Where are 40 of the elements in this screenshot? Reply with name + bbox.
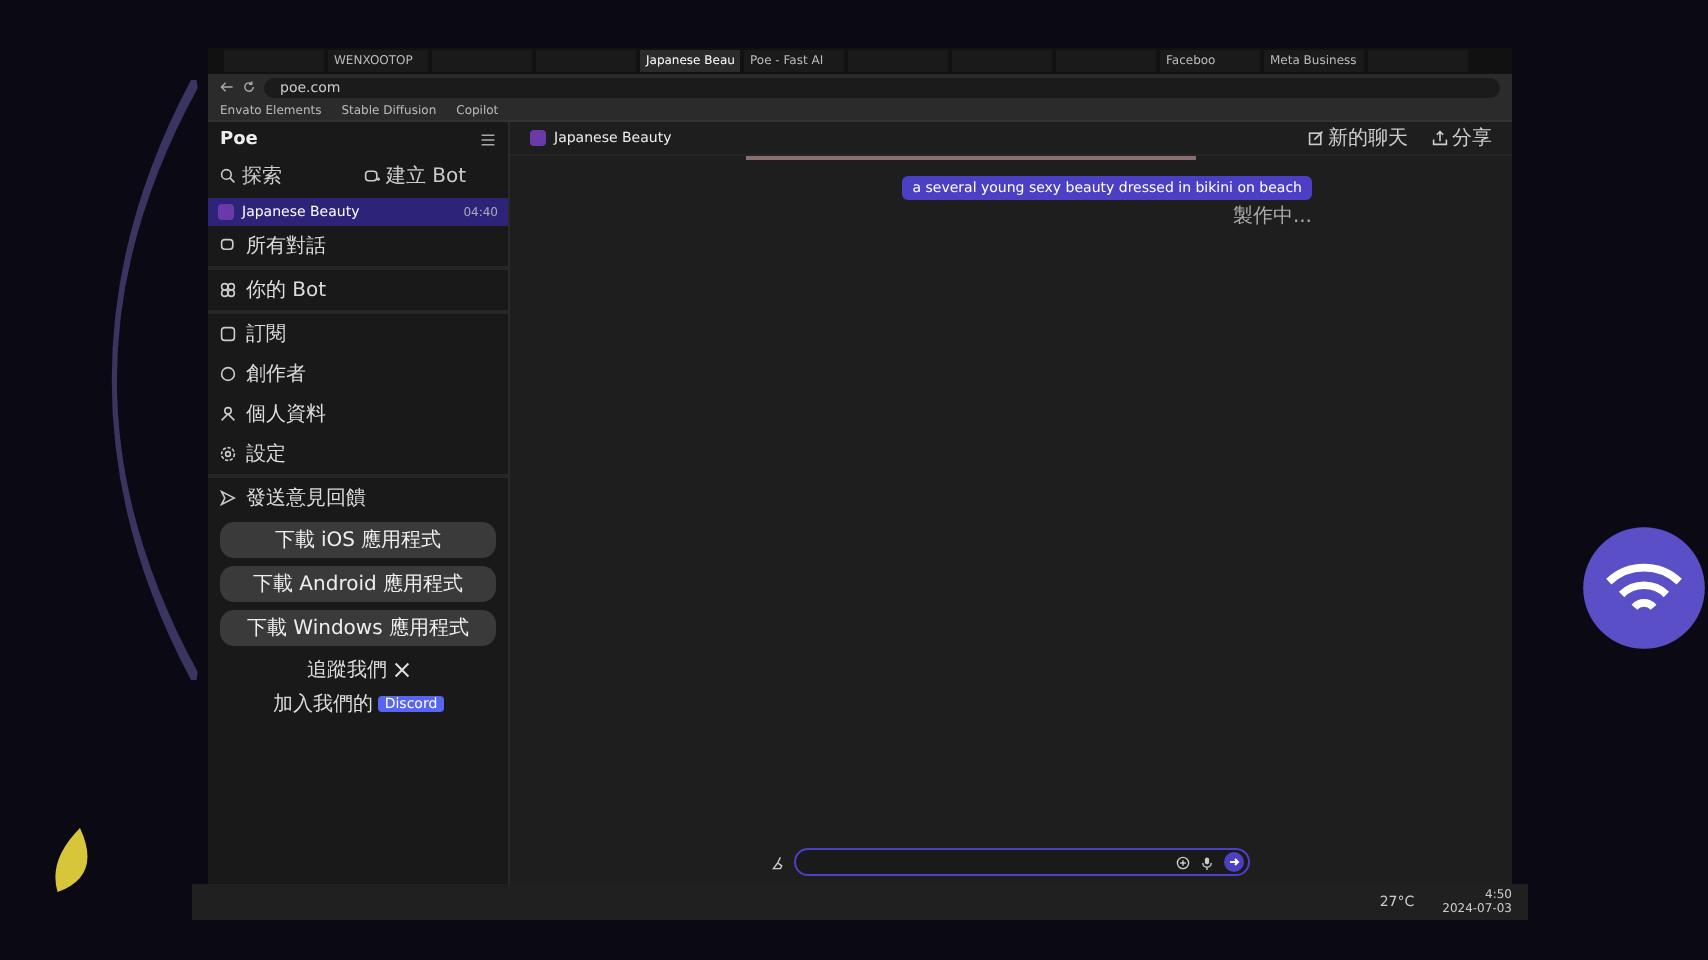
wifi-badge-icon xyxy=(1580,524,1708,652)
bot-plus-icon xyxy=(364,168,380,184)
menu-item[interactable]: 個人資料 xyxy=(208,394,508,434)
reload-icon[interactable] xyxy=(242,80,256,94)
menu-item[interactable]: 你的 Bot xyxy=(208,270,508,310)
share-button[interactable]: 分享 xyxy=(1432,124,1492,152)
menu-item[interactable]: 所有對話 xyxy=(208,226,508,266)
new-chat-button[interactable]: 新的聊天 xyxy=(1308,124,1408,152)
back-icon[interactable] xyxy=(220,80,234,94)
message-status: 製作中... xyxy=(1232,203,1312,230)
bot-avatar xyxy=(530,130,546,146)
download-app-button[interactable]: 下載 Android 應用程式 xyxy=(220,566,496,602)
settings-icon xyxy=(220,446,236,462)
menu-item[interactable]: 發送意見回饋 xyxy=(208,478,508,518)
person-icon xyxy=(220,406,236,422)
x-logo-icon[interactable] xyxy=(393,662,409,678)
search-icon xyxy=(220,168,236,184)
message-input[interactable] xyxy=(794,848,1250,876)
quick-action-button[interactable]: 探索 xyxy=(216,158,356,194)
bot-avatar xyxy=(218,204,234,220)
send-button[interactable] xyxy=(1224,852,1244,872)
download-app-button[interactable]: 下載 Windows 應用程式 xyxy=(220,610,496,646)
quick-action-button[interactable]: 建立 Bot xyxy=(360,158,500,194)
circle-icon xyxy=(220,366,236,382)
send-icon xyxy=(220,490,236,506)
menu-item[interactable]: 設定 xyxy=(208,434,508,474)
share-icon xyxy=(1432,130,1448,146)
edit-icon xyxy=(1308,130,1324,146)
microphone-icon[interactable] xyxy=(1200,855,1214,869)
join-label: 加入我們的 xyxy=(272,691,373,718)
menu-item[interactable]: 創作者 xyxy=(208,354,508,394)
menu-icon[interactable] xyxy=(480,132,496,148)
follow-label: 追蹤我們 xyxy=(307,657,387,684)
menu-item[interactable]: 訂閱 xyxy=(208,314,508,354)
chat-icon xyxy=(220,238,236,254)
add-icon[interactable] xyxy=(1176,855,1190,869)
grid-icon xyxy=(220,282,236,298)
download-app-button[interactable]: 下載 iOS 應用程式 xyxy=(220,522,496,558)
poe-logo[interactable]: Poe xyxy=(220,130,258,150)
square-icon xyxy=(220,326,236,342)
